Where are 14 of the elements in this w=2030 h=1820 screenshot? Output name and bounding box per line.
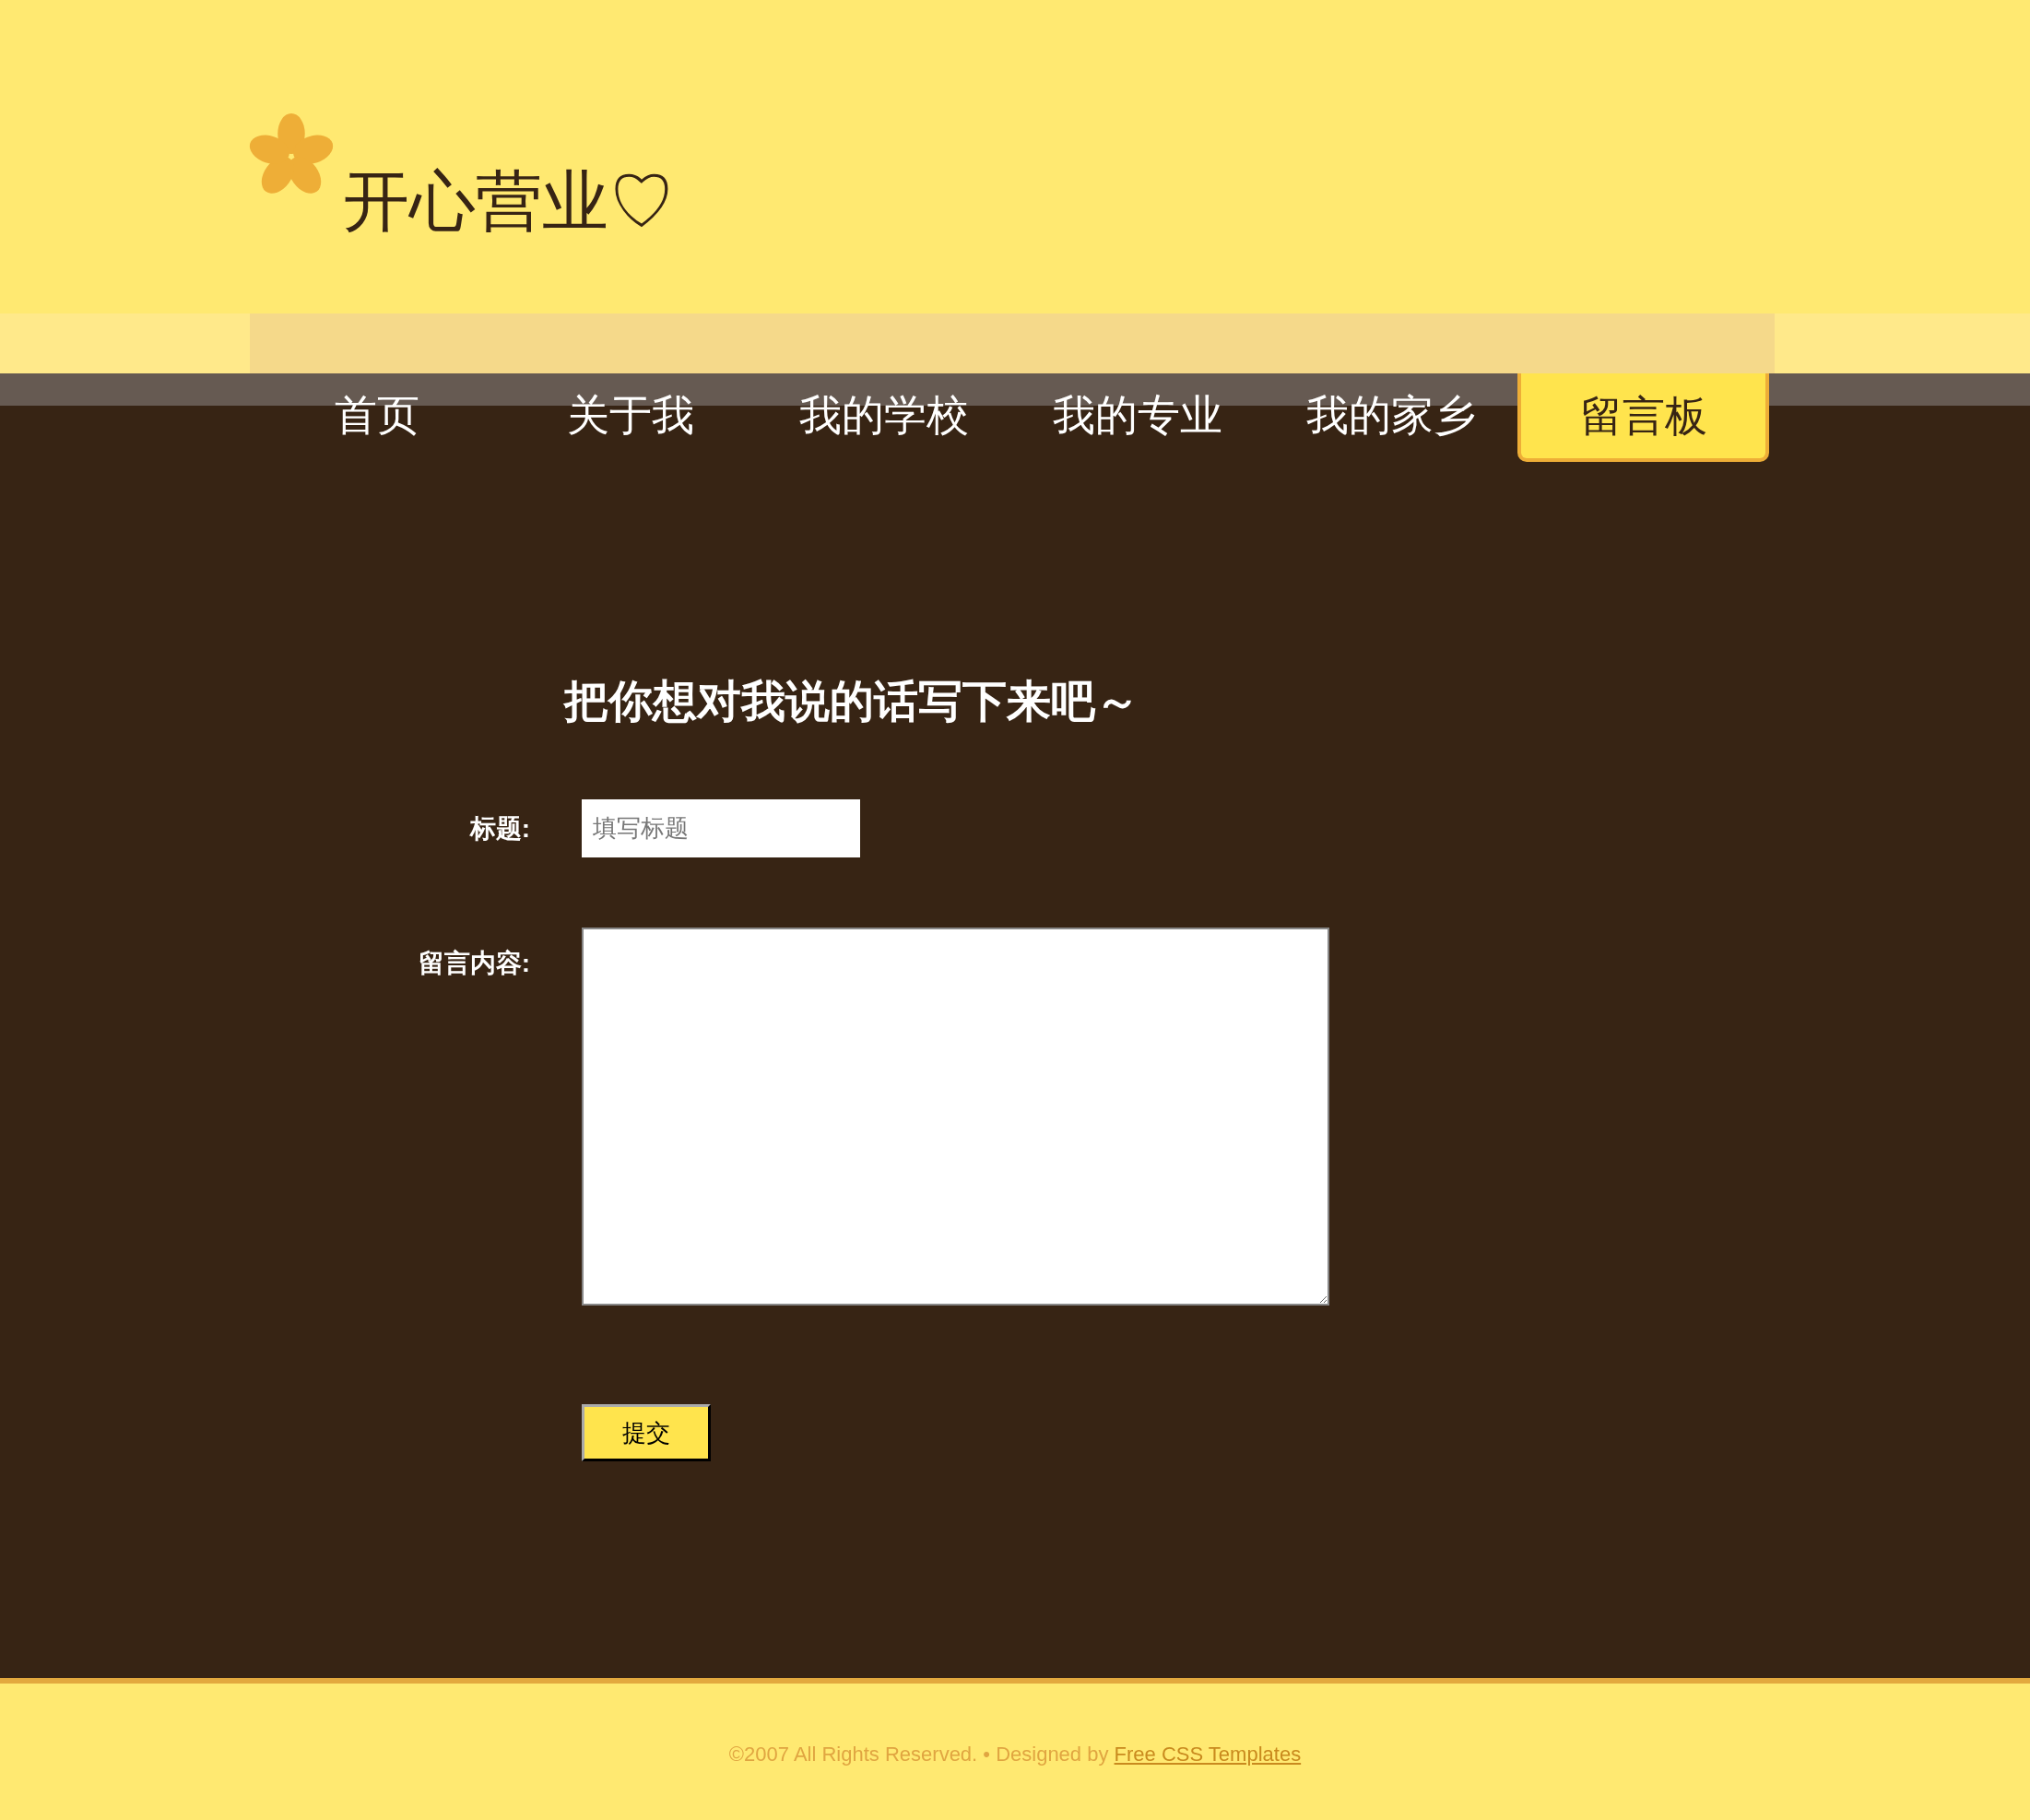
message-textarea[interactable] (582, 928, 1329, 1306)
form-heading: 把你想对我说的话写下来吧～ (564, 676, 1140, 727)
nav-tab[interactable]: 我的学校 (757, 373, 1010, 456)
content-label: 留言内容: (417, 948, 530, 979)
nav-tab[interactable]: 首页 (250, 373, 503, 456)
nav-tab[interactable]: 我的家乡 (1264, 373, 1517, 456)
nav-tab[interactable]: 留言板 (1517, 373, 1769, 462)
title-label: 标题: (468, 812, 530, 845)
submit-button[interactable]: 提交 (582, 1404, 711, 1461)
footer-text: ©2007 All Rights Reserved. • Designed by Free CSS Templates (728, 1742, 1302, 1767)
nav-tab[interactable]: 关于我 (503, 373, 757, 456)
nav-tab[interactable]: 我的专业 (1010, 373, 1264, 456)
title-input[interactable]: 填写标题 (582, 799, 860, 857)
site-title: 开心营业♡ (343, 168, 675, 234)
